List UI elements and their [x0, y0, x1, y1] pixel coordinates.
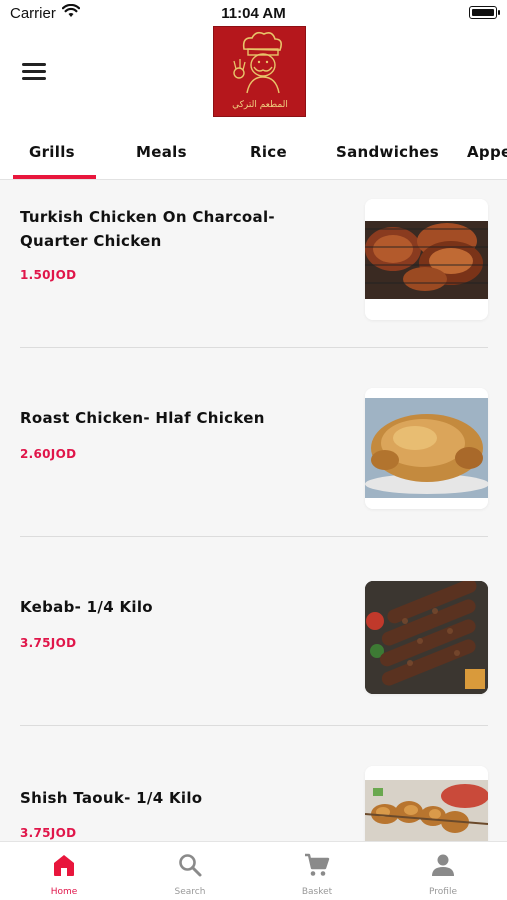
- nav-profile[interactable]: Profile: [380, 842, 506, 900]
- item-image: [365, 581, 488, 694]
- menu-item-list: Turkish Chicken On Charcoal- Quarter Chi…: [0, 181, 507, 841]
- nav-search-label: Search: [174, 887, 206, 897]
- person-icon: [430, 852, 456, 878]
- item-image: [365, 766, 488, 841]
- nav-home[interactable]: Home: [1, 842, 127, 900]
- category-tabs: Grills Meals Rice Sandwiches Appe: [0, 126, 507, 180]
- battery-icon: [469, 6, 500, 19]
- item-price: 1.50JOD: [20, 268, 77, 282]
- tab-rice[interactable]: Rice: [250, 143, 287, 165]
- item-price: 3.75JOD: [20, 636, 77, 650]
- item-name: Turkish Chicken On Charcoal- Quarter Chi…: [20, 208, 275, 250]
- restaurant-logo: المطعم التركي: [213, 26, 306, 117]
- logo-text: المطعم التركي: [232, 100, 288, 110]
- divider: [20, 725, 488, 726]
- divider: [20, 536, 488, 537]
- tab-grills[interactable]: Grills: [29, 143, 75, 165]
- item-price: 2.60JOD: [20, 447, 77, 461]
- search-icon: [177, 852, 203, 878]
- item-image: [365, 199, 488, 320]
- tab-appetizers[interactable]: Appe: [467, 143, 507, 165]
- nav-basket[interactable]: Basket: [254, 842, 380, 900]
- item-name: Shish Taouk- 1/4 Kilo: [20, 789, 203, 807]
- list-item[interactable]: Shish Taouk- 1/4 Kilo 3.75JOD: [0, 748, 507, 841]
- item-name: Kebab- 1/4 Kilo: [20, 598, 153, 616]
- nav-home-label: Home: [50, 887, 78, 897]
- hamburger-menu-button[interactable]: [22, 60, 48, 82]
- tab-sandwiches[interactable]: Sandwiches: [336, 143, 439, 165]
- active-tab-indicator: [13, 175, 96, 179]
- app-header: المطعم التركي: [0, 26, 507, 126]
- tab-meals[interactable]: Meals: [136, 143, 187, 165]
- list-item[interactable]: Turkish Chicken On Charcoal- Quarter Chi…: [0, 181, 507, 370]
- cart-icon: [304, 852, 330, 878]
- home-icon: [51, 852, 77, 878]
- list-item[interactable]: Roast Chicken- Hlaf Chicken 2.60JOD: [0, 370, 507, 559]
- nav-profile-label: Profile: [429, 887, 457, 897]
- nav-search[interactable]: Search: [127, 842, 253, 900]
- item-name: Roast Chicken- Hlaf Chicken: [20, 409, 265, 427]
- item-price: 3.75JOD: [20, 826, 77, 840]
- item-image: [365, 388, 488, 509]
- list-item[interactable]: Kebab- 1/4 Kilo 3.75JOD: [0, 559, 507, 748]
- divider: [20, 347, 488, 348]
- clock: 11:04 AM: [221, 5, 286, 22]
- nav-basket-label: Basket: [301, 887, 333, 897]
- status-bar: Carrier 11:04 AM: [0, 0, 507, 26]
- bottom-tab-bar: Home Search Basket Profile: [0, 841, 507, 900]
